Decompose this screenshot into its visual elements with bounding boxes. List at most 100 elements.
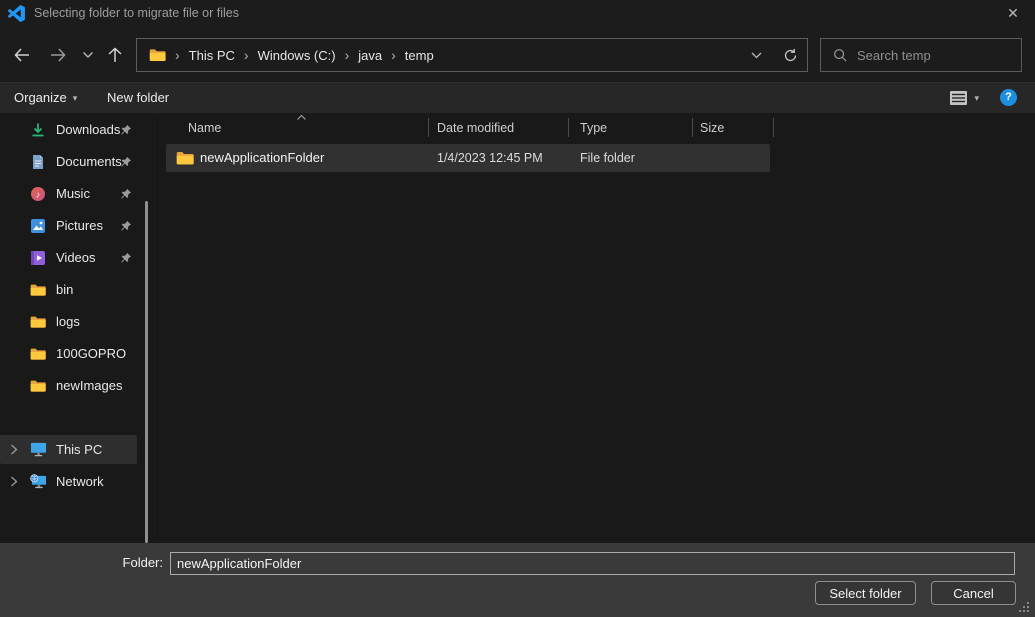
sidebar-item-label: newImages [56, 372, 122, 400]
breadcrumb-separator: › [382, 47, 405, 63]
breadcrumb-separator: › [235, 47, 258, 63]
sidebar-item-label: bin [56, 276, 73, 304]
sidebar-item-documents[interactable]: Documents [4, 148, 150, 176]
chevron-right-icon[interactable] [10, 444, 18, 455]
breadcrumb-windows-c[interactable]: Windows (C:) [258, 48, 336, 63]
navigation-bar: › This PC › Windows (C:) › java › temp [0, 27, 1035, 82]
pin-icon [120, 252, 132, 264]
documents-icon [30, 154, 46, 170]
sidebar-item-pictures[interactable]: Pictures [4, 212, 150, 240]
sidebar-scrollbar[interactable] [145, 201, 148, 543]
dialog-body: Downloads Documents ♪ [0, 113, 1035, 543]
column-header-type[interactable]: Type [580, 113, 607, 141]
breadcrumb-separator: › [166, 47, 189, 63]
column-header-name[interactable]: Name [188, 113, 221, 141]
column-header-row: Name Date modified Type Size [158, 113, 1035, 141]
select-folder-button[interactable]: Select folder [815, 581, 916, 605]
music-icon: ♪ [30, 186, 46, 202]
svg-text:♪: ♪ [36, 190, 41, 200]
breadcrumb-this-pc[interactable]: This PC [189, 48, 235, 63]
sidebar-item-label: Documents [56, 148, 122, 176]
file-name: newApplicationFolder [200, 144, 324, 172]
organize-button[interactable]: Organize ▾ [6, 83, 85, 113]
file-date-modified: 1/4/2023 12:45 PM [437, 144, 543, 172]
downloads-icon [30, 122, 46, 138]
sidebar-item-logs[interactable]: logs [4, 308, 150, 336]
folder-icon [176, 149, 194, 167]
sidebar-item-label: Pictures [56, 212, 103, 240]
breadcrumb-separator: › [336, 47, 359, 63]
chevron-down-icon: ▾ [974, 93, 979, 104]
videos-icon [30, 250, 46, 266]
column-divider[interactable] [692, 118, 693, 137]
refresh-icon[interactable] [773, 41, 807, 69]
up-button[interactable] [101, 41, 129, 69]
column-divider[interactable] [428, 118, 429, 137]
sidebar-item-newimages[interactable]: newImages [4, 372, 150, 400]
sidebar-item-label: Videos [56, 244, 96, 272]
sidebar-item-network[interactable]: Network [0, 467, 137, 496]
address-folder-icon [149, 48, 166, 62]
sidebar-item-bin[interactable]: bin [4, 276, 150, 304]
file-type: File folder [580, 144, 635, 172]
sidebar-item-label: 100GOPRO [56, 340, 126, 368]
folder-icon [30, 378, 46, 394]
pin-icon [120, 220, 132, 232]
folder-field-label: Folder: [80, 543, 163, 583]
list-view-icon [949, 90, 968, 106]
network-icon [30, 473, 47, 490]
resize-grip[interactable] [1019, 602, 1021, 604]
back-button[interactable] [8, 41, 36, 69]
help-button[interactable]: ? [1000, 89, 1017, 106]
pin-icon [120, 156, 132, 168]
this-pc-icon [30, 441, 47, 458]
column-header-date-modified[interactable]: Date modified [437, 113, 514, 141]
cancel-button[interactable]: Cancel [931, 581, 1016, 605]
sidebar-item-music[interactable]: ♪ Music [4, 180, 150, 208]
organize-label: Organize [14, 90, 67, 105]
navigation-pane: Downloads Documents ♪ [0, 113, 158, 543]
sidebar-item-videos[interactable]: Videos [4, 244, 150, 272]
new-folder-label: New folder [107, 90, 169, 105]
column-header-size[interactable]: Size [700, 113, 724, 141]
window-title: Selecting folder to migrate file or file… [34, 6, 239, 20]
sidebar-item-label: Music [56, 180, 90, 208]
breadcrumb-java[interactable]: java [358, 48, 382, 63]
chevron-right-icon[interactable] [10, 476, 18, 487]
folder-icon [30, 314, 46, 330]
folder-picker-dialog: Selecting folder to migrate file or file… [0, 0, 1035, 617]
close-button[interactable]: ✕ [997, 2, 1029, 25]
folder-icon [30, 346, 46, 362]
file-list-pane: Name Date modified Type Size newApplicat… [158, 113, 1035, 543]
address-bar[interactable]: › This PC › Windows (C:) › java › temp [136, 38, 808, 72]
pin-icon [120, 124, 132, 136]
sidebar-item-100gopro[interactable]: 100GOPRO [4, 340, 150, 368]
title-bar: Selecting folder to migrate file or file… [0, 0, 1035, 27]
breadcrumb-temp[interactable]: temp [405, 48, 434, 63]
sidebar-item-label: This PC [56, 435, 102, 464]
column-divider[interactable] [773, 118, 774, 137]
new-folder-button[interactable]: New folder [99, 83, 177, 113]
pin-icon [120, 188, 132, 200]
sidebar-item-label: Network [56, 467, 104, 496]
column-divider[interactable] [568, 118, 569, 137]
chevron-down-icon: ▾ [73, 93, 78, 103]
folder-icon [30, 282, 46, 298]
command-bar: Organize ▾ New folder ▾ ? [0, 82, 1035, 113]
file-row-newapplicationfolder[interactable]: newApplicationFolder 1/4/2023 12:45 PM F… [166, 144, 770, 172]
sidebar-item-downloads[interactable]: Downloads [4, 116, 150, 144]
search-input[interactable] [821, 39, 1021, 71]
sidebar-item-this-pc[interactable]: This PC [0, 435, 137, 464]
folder-name-input[interactable] [170, 552, 1015, 575]
dialog-footer: Folder: Select folder Cancel [0, 543, 1035, 617]
recent-locations-chevron[interactable] [74, 41, 102, 69]
search-box[interactable] [820, 38, 1022, 72]
vscode-icon [8, 5, 25, 22]
sort-ascending-icon [296, 114, 307, 121]
view-options-button[interactable]: ▾ [949, 86, 979, 110]
sidebar-item-label: Downloads [56, 116, 120, 144]
pictures-icon [30, 218, 46, 234]
sidebar-item-label: logs [56, 308, 80, 336]
forward-button[interactable] [44, 41, 72, 69]
address-dropdown-chevron[interactable] [739, 41, 773, 69]
